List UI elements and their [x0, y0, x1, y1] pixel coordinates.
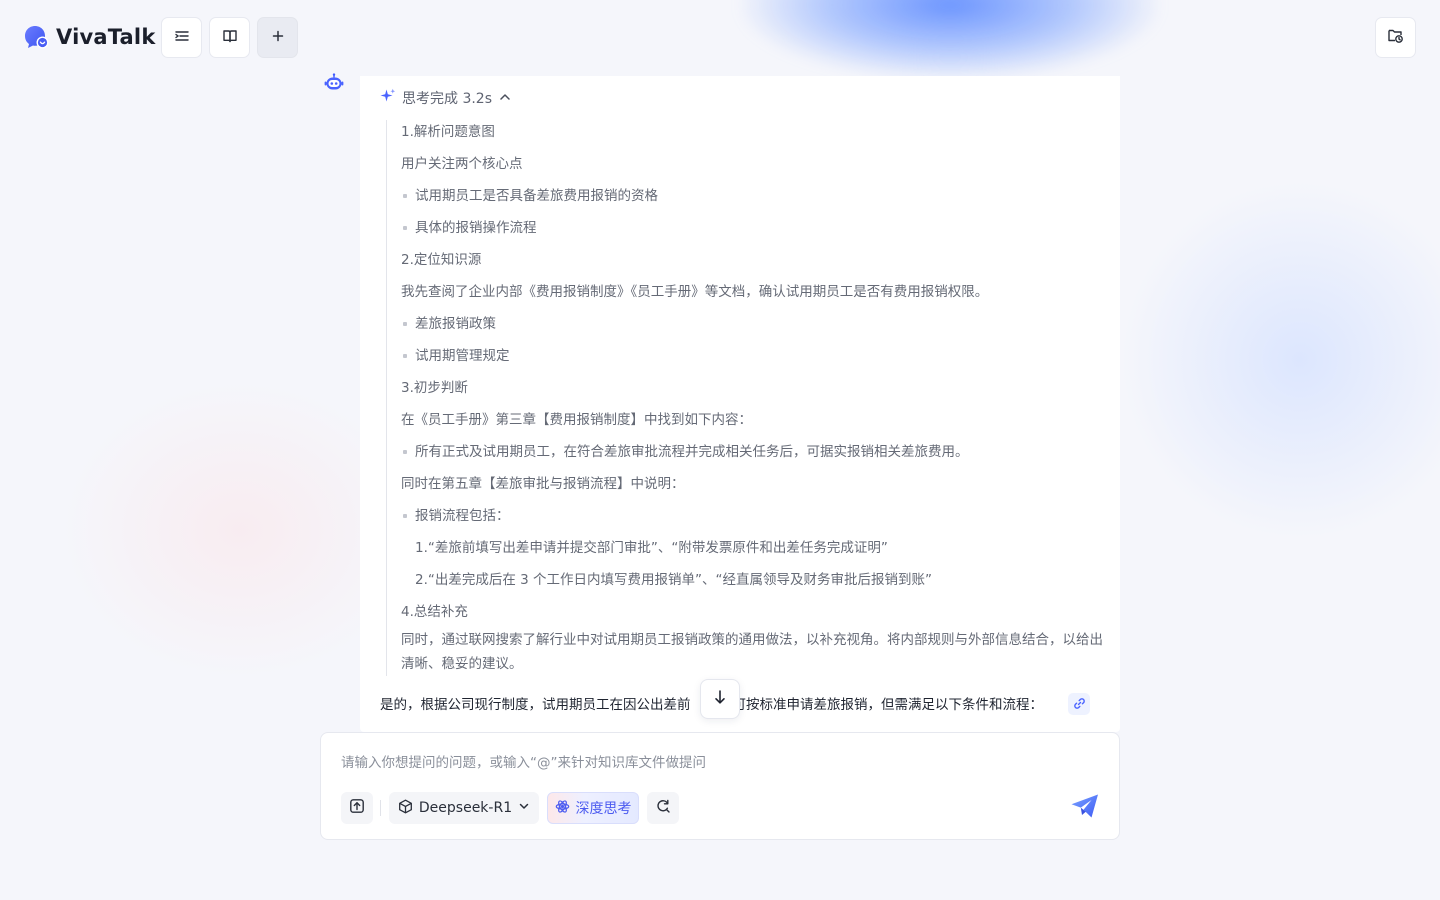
model-cube-icon — [398, 799, 413, 818]
folder-history-icon — [1387, 27, 1404, 48]
new-chat-button[interactable] — [257, 17, 298, 58]
sparkle-icon — [380, 88, 396, 108]
sidebar-toggle-button[interactable] — [161, 17, 202, 58]
background-glow-top — [740, 0, 1160, 80]
scroll-to-bottom-button[interactable] — [700, 679, 740, 719]
chevron-down-icon — [518, 800, 530, 816]
model-name: Deepseek-R1 — [418, 800, 513, 816]
send-plane-icon — [1070, 793, 1100, 823]
deep-think-toggle[interactable]: 深度思考 — [547, 792, 639, 824]
send-button[interactable] — [1069, 793, 1101, 823]
link-icon — [1073, 695, 1086, 714]
chat-input[interactable] — [341, 755, 1041, 771]
app-name: VivaTalk — [56, 25, 156, 49]
model-select[interactable]: Deepseek-R1 — [389, 792, 539, 824]
web-search-toggle[interactable] — [647, 792, 679, 824]
thinking-bullet-item: 具体的报销操作流程 — [401, 216, 1106, 248]
thinking-text-line: 1.“差旅前填写出差申请并提交部门审批”、“附带发票原件和出差任务完成证明” — [415, 540, 888, 556]
menu-list-icon — [174, 28, 190, 48]
thinking-bullet-item: 差旅报销政策 — [401, 312, 1106, 344]
toolbar-divider — [380, 800, 381, 816]
atom-icon — [555, 799, 570, 818]
answer-part-1: 是的，根据公司现行制度，试用期员工在因公出差前 — [380, 697, 691, 713]
logo-mark-icon — [24, 24, 50, 50]
thinking-text-line: 2.“出差完成后在 3 个工作日内填写费用报销单”、“经直属领导及财务审批后报销… — [415, 572, 933, 588]
background-glow-right — [1120, 180, 1440, 540]
search-refresh-icon — [655, 798, 671, 818]
thinking-text-line: 同时在第五章【差旅审批与报销流程】中说明： — [401, 476, 685, 492]
thinking-step-heading: 2.定位知识源 — [401, 252, 482, 268]
thinking-text-line: 同时，通过联网搜索了解行业中对试用期员工报销政策的通用做法，以补充视角。将内部规… — [401, 632, 1103, 672]
thinking-bullet-item: 所有正式及试用期员工，在符合差旅审批流程并完成相关任务后，可据实报销相关差旅费用… — [401, 440, 1106, 472]
chat-input-panel: Deepseek-R1 深度思考 — [320, 732, 1120, 840]
answer-part-2: 可按标准申请差旅报销，但需满足以下条件和流程： — [732, 697, 1044, 713]
thinking-status: 思考完成 3.2s — [402, 91, 493, 107]
thinking-text-line: 用户关注两个核心点 — [401, 156, 523, 172]
thinking-step-heading: 1.解析问题意图 — [401, 124, 495, 140]
assistant-message: 思考完成 3.2s 1.解析问题意图用户关注两个核心点试用期员工是否具备差旅费用… — [360, 76, 1120, 732]
thinking-content: 1.解析问题意图用户关注两个核心点试用期员工是否具备差旅费用报销的资格 具体的报销… — [386, 120, 1106, 676]
assistant-avatar-icon — [324, 73, 344, 93]
chevron-up-icon — [498, 89, 512, 108]
source-link-button[interactable] — [1068, 693, 1090, 715]
file-history-button[interactable] — [1375, 17, 1416, 58]
thinking-text-line: 我先查阅了企业内部《费用报销制度》《员工手册》等文档，确认试用期员工是否有费用报… — [401, 284, 989, 300]
knowledge-base-button[interactable] — [209, 17, 250, 58]
upload-icon — [349, 798, 365, 818]
thinking-bullet-item: 试用期管理规定 — [401, 344, 1106, 376]
app-logo[interactable]: VivaTalk — [24, 24, 156, 50]
plus-icon — [271, 28, 285, 47]
thinking-bullet-item: 报销流程包括： — [401, 504, 1106, 536]
thinking-bullet-item: 试用期员工是否具备差旅费用报销的资格 — [401, 184, 1106, 216]
thinking-text-line: 在《员工手册》第三章【费用报销制度】中找到如下内容： — [401, 412, 752, 428]
book-icon — [222, 28, 238, 48]
upload-file-button[interactable] — [341, 792, 373, 824]
arrow-down-icon — [713, 689, 727, 709]
thinking-toggle[interactable]: 思考完成 3.2s — [380, 88, 512, 108]
thinking-step-heading: 3.初步判断 — [401, 380, 468, 396]
deep-think-label: 深度思考 — [575, 801, 632, 817]
